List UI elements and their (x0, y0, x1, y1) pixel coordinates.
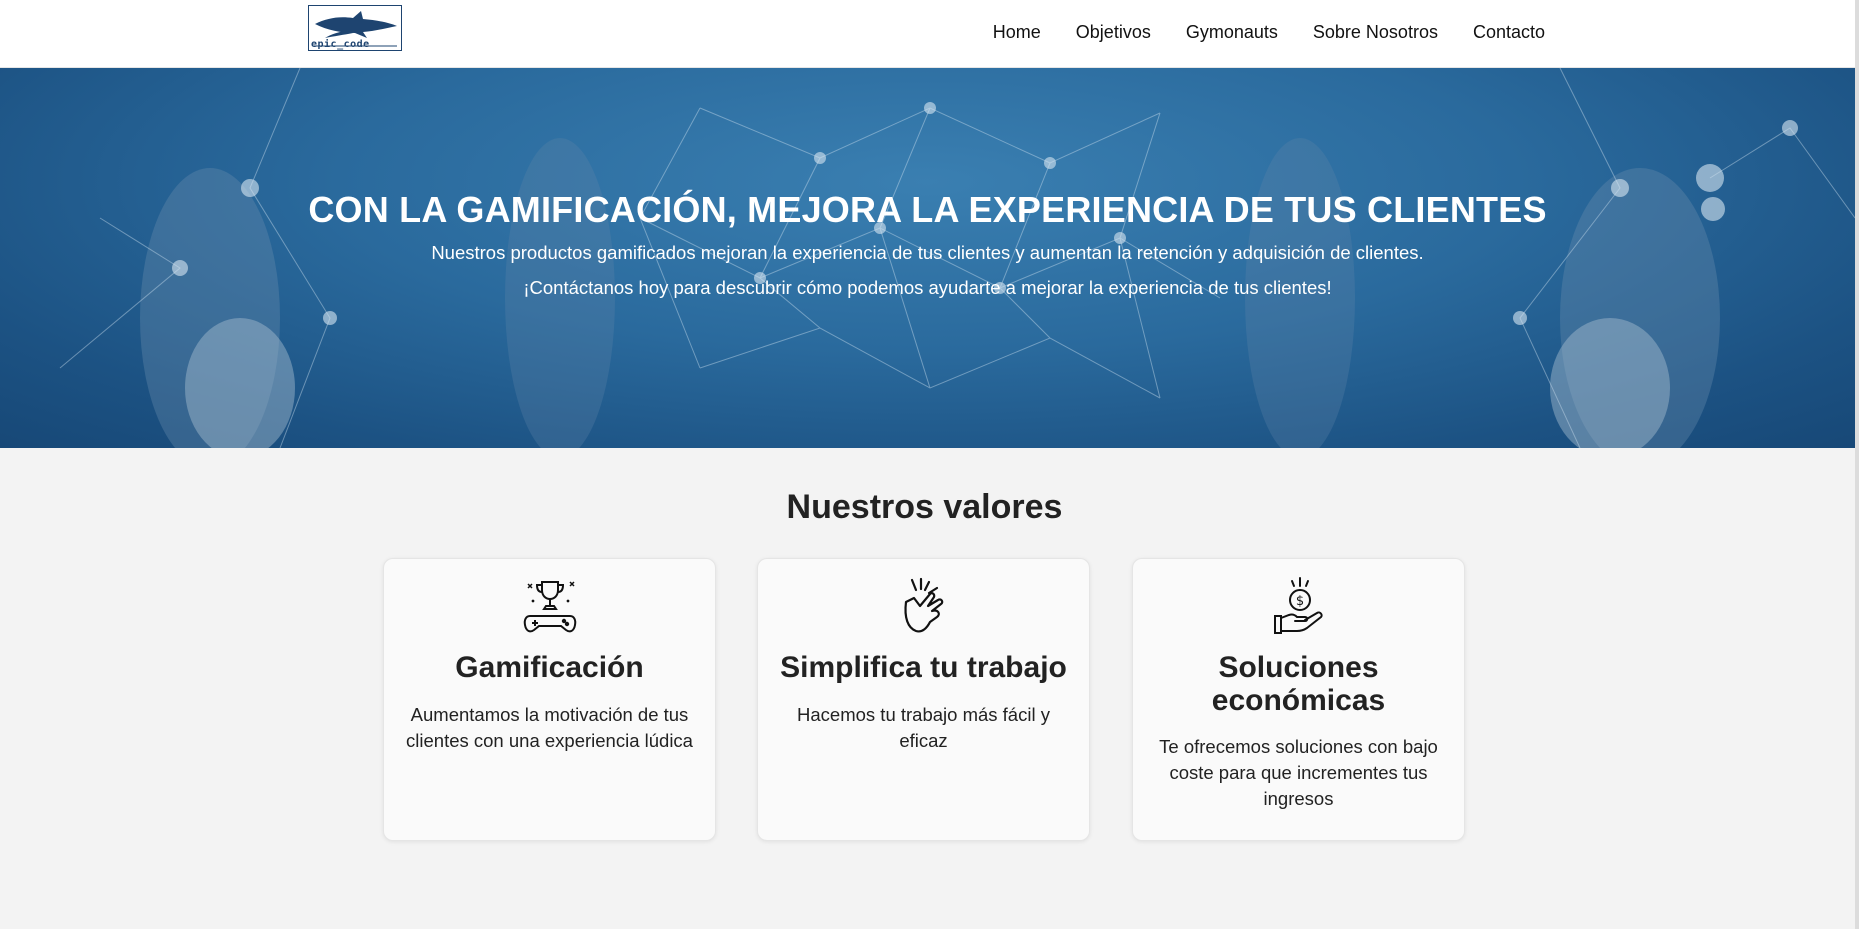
values-title: Nuestros valores (786, 488, 1063, 526)
nav-sobre-nosotros[interactable]: Sobre Nosotros (1313, 22, 1438, 43)
card-text: Aumentamos la motivación de tus clientes… (406, 704, 693, 751)
trophy-gamepad-icon (523, 581, 576, 633)
nav-contacto[interactable]: Contacto (1473, 22, 1545, 43)
card-title: Simplifica tu trabajo (780, 651, 1067, 684)
value-card-simplifica: Simplifica tu trabajo Hacemos tu trabajo… (757, 558, 1090, 841)
card-title: Soluciones económicas (1211, 651, 1386, 717)
hero-subtitle-2: ¡Contáctanos hoy para descubrir cómo pod… (523, 277, 1332, 298)
nav-home[interactable]: Home (993, 22, 1041, 43)
card-text: Te ofrecemos soluciones con bajo coste p… (1159, 736, 1438, 809)
logo-wordmark: epic_code (311, 39, 370, 50)
hero-banner: CON LA GAMIFICACIÓN, MEJORA LA EXPERIENC… (0, 68, 1855, 448)
main-nav: Home Objetivos Gymonauts Sobre Nosotros … (993, 0, 1545, 64)
value-card-gamificacion: Gamificación Aumentamos la motivación de… (383, 558, 716, 841)
hero-subtitle-1: Nuestros productos gamificados mejoran l… (431, 242, 1424, 263)
hand-coin-icon: $ (1273, 577, 1323, 634)
svg-text:$: $ (1295, 594, 1303, 609)
card-text: Hacemos tu trabajo más fácil y eficaz (797, 704, 1050, 751)
nav-objetivos[interactable]: Objetivos (1076, 22, 1151, 43)
page-scrollbar[interactable] (1855, 0, 1859, 929)
brand-logo[interactable]: epic_code (308, 5, 402, 51)
value-card-soluciones: $ Soluciones económicas Te ofrecemos sol… (1132, 558, 1465, 841)
card-title: Gamificación (455, 651, 644, 684)
hero-title: CON LA GAMIFICACIÓN, MEJORA LA EXPERIENC… (308, 189, 1547, 230)
site-header: epic_code Home Objetivos Gymonauts Sobre… (0, 0, 1855, 68)
nav-gymonauts[interactable]: Gymonauts (1186, 22, 1278, 43)
snap-fingers-icon (903, 577, 943, 633)
